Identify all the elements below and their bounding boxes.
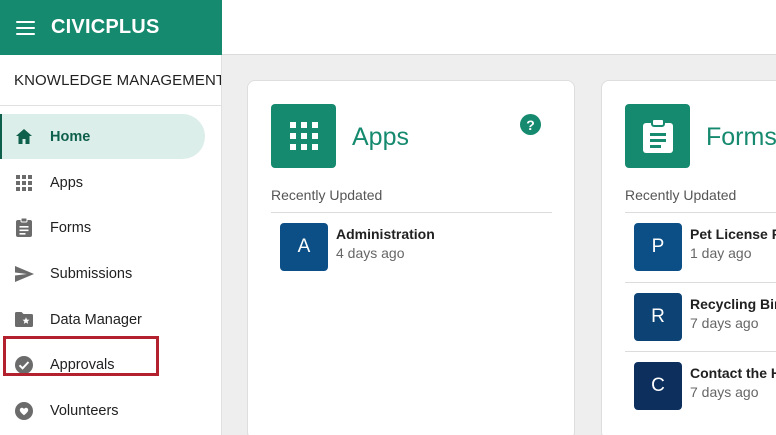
item-title: Contact the He bbox=[690, 365, 776, 381]
recently-updated-label: Recently Updated bbox=[271, 187, 383, 203]
avatar: R bbox=[634, 293, 682, 341]
avatar: A bbox=[280, 223, 328, 271]
folder-star-icon bbox=[14, 310, 34, 330]
sidebar: KNOWLEDGE MANAGEMENT › Home Apps bbox=[0, 55, 222, 435]
list-item[interactable]: R Recycling Bin 7 days ago bbox=[625, 282, 776, 351]
apps-grid-icon bbox=[14, 173, 34, 193]
item-title: Recycling Bin bbox=[690, 296, 776, 312]
recently-updated-label: Recently Updated bbox=[625, 187, 737, 203]
sidebar-item-submissions[interactable]: Submissions bbox=[0, 251, 205, 296]
item-title: Pet License Re bbox=[690, 226, 776, 242]
item-updated: 4 days ago bbox=[336, 245, 405, 261]
list-item[interactable]: P Pet License Re 1 day ago bbox=[625, 213, 776, 282]
sidebar-item-label: Submissions bbox=[50, 265, 133, 282]
avatar: C bbox=[634, 362, 682, 410]
site-selector[interactable]: KNOWLEDGE MANAGEMENT › bbox=[0, 55, 221, 106]
item-updated: 7 days ago bbox=[690, 315, 759, 331]
sidebar-item-home[interactable]: Home bbox=[0, 114, 205, 159]
send-icon bbox=[14, 264, 34, 284]
forms-card-title[interactable]: Forms bbox=[706, 123, 776, 152]
avatar: P bbox=[634, 223, 682, 271]
sidebar-item-label: Forms bbox=[50, 219, 92, 236]
item-updated: 7 days ago bbox=[690, 384, 759, 400]
top-bar bbox=[222, 0, 776, 55]
apps-grid-icon[interactable] bbox=[271, 104, 336, 168]
sidebar-item-approvals[interactable]: Approvals bbox=[0, 342, 205, 387]
list-item[interactable]: A Administration 4 days ago bbox=[271, 213, 435, 282]
sidebar-item-label: Data Manager bbox=[50, 311, 142, 328]
sidebar-item-label: Approvals bbox=[50, 356, 115, 373]
check-circle-icon bbox=[14, 355, 34, 375]
brand-name[interactable]: CIVICPLUS bbox=[51, 16, 159, 39]
sidebar-item-apps[interactable]: Apps bbox=[0, 160, 205, 205]
menu-icon[interactable] bbox=[16, 20, 35, 35]
sidebar-item-data-manager[interactable]: Data Manager bbox=[0, 297, 205, 342]
apps-card: Apps ? Recently Updated A Administration… bbox=[247, 80, 575, 435]
item-title: Administration bbox=[336, 226, 435, 242]
forms-card: Forms Recently Updated P Pet License Re … bbox=[601, 80, 776, 435]
clipboard-icon bbox=[14, 218, 34, 238]
help-icon[interactable]: ? bbox=[520, 114, 541, 135]
list-item[interactable]: C Contact the He 7 days ago bbox=[625, 351, 776, 420]
site-name: KNOWLEDGE MANAGEMENT bbox=[14, 71, 221, 89]
sidebar-item-label: Apps bbox=[50, 174, 84, 191]
sidebar-item-forms[interactable]: Forms bbox=[0, 205, 205, 250]
home-icon bbox=[14, 127, 34, 147]
heart-hands-icon bbox=[14, 401, 34, 421]
brand-bar: CIVICPLUS bbox=[0, 0, 222, 55]
item-updated: 1 day ago bbox=[690, 245, 752, 261]
sidebar-item-label: Volunteers bbox=[50, 402, 119, 419]
clipboard-icon[interactable] bbox=[625, 104, 690, 168]
sidebar-item-volunteers[interactable]: Volunteers bbox=[0, 388, 205, 433]
sidebar-item-label: Home bbox=[50, 128, 91, 145]
apps-card-title[interactable]: Apps bbox=[352, 123, 409, 152]
